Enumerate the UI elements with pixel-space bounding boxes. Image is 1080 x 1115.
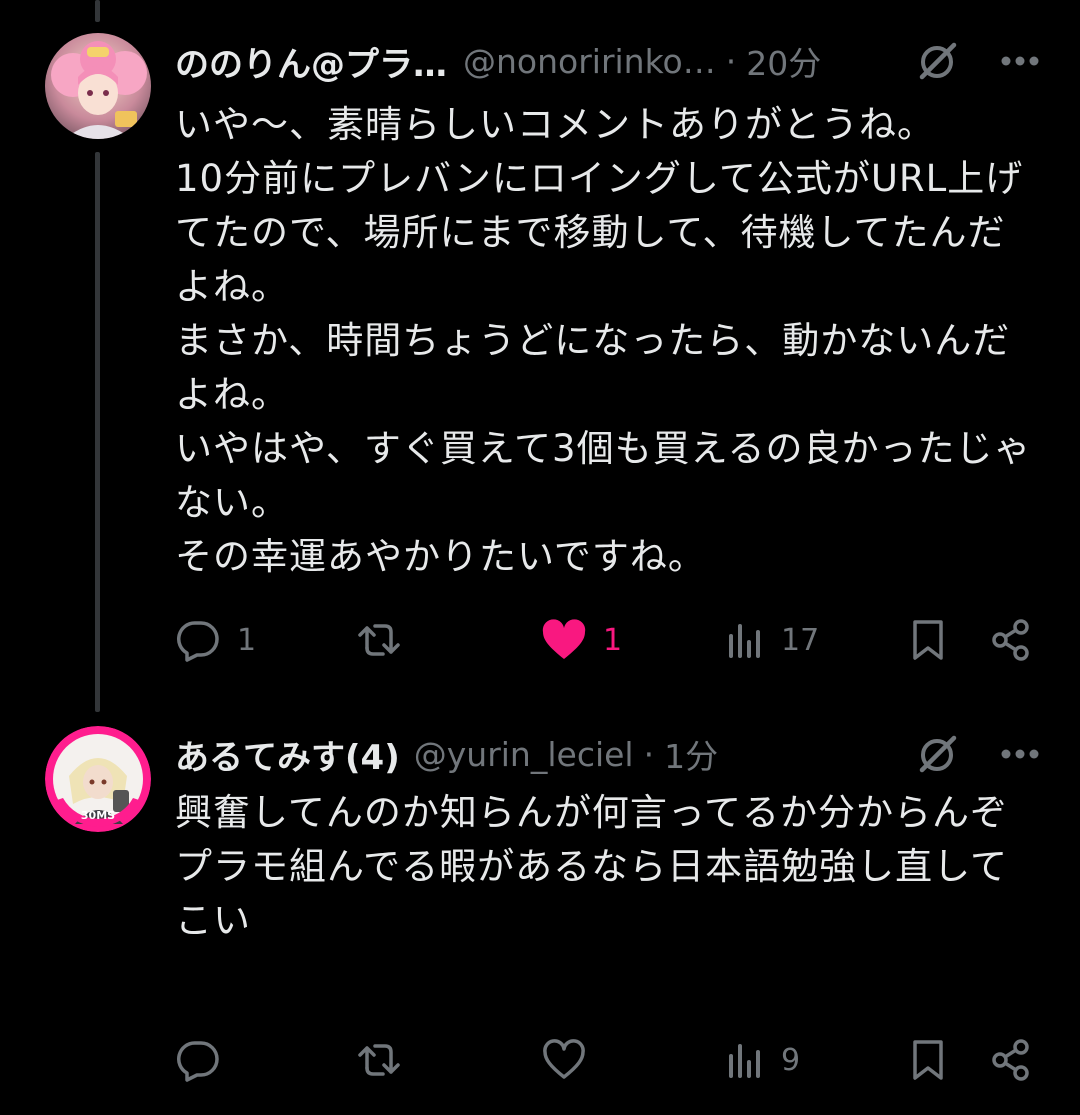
- share-button[interactable]: [990, 615, 1032, 665]
- retweet-button[interactable]: [355, 615, 419, 665]
- like-button[interactable]: 1: [541, 615, 622, 665]
- tweet-actions: 1 1 17: [175, 615, 1035, 665]
- like-button[interactable]: [541, 1035, 603, 1085]
- tweet-actions: 9: [175, 1035, 1035, 1085]
- avatar-badge: 30MS: [81, 809, 115, 822]
- heart-filled-icon: [541, 619, 587, 661]
- views-icon: [725, 1040, 765, 1080]
- separator-dot: ·: [725, 41, 737, 81]
- retweet-icon: [355, 618, 403, 662]
- reply-count: 1: [237, 622, 257, 658]
- views-button[interactable]: 9: [725, 1035, 800, 1085]
- view-count: 17: [781, 622, 820, 658]
- reply-icon: [175, 618, 221, 662]
- more-options-icon[interactable]: [1000, 55, 1040, 67]
- tweet-header: あるてみす(4) @yurin_leciel · 1分: [175, 726, 1040, 782]
- tweet-text: 興奮してんのか知らんが何言ってるか分からんぞ プラモ組んでる暇があるなら日本語勉…: [175, 791, 1009, 942]
- reply-button[interactable]: 1: [175, 615, 256, 665]
- avatar[interactable]: 30MS: [45, 726, 151, 832]
- tweet-header: ののりん@プラ… @nonoririnko… · 20分: [175, 33, 1040, 89]
- bookmark-button[interactable]: [910, 1035, 946, 1085]
- bookmark-icon: [910, 1038, 946, 1082]
- bookmark-icon: [910, 618, 946, 662]
- display-name[interactable]: ののりん@プラ…: [175, 37, 447, 86]
- separator-dot: ·: [643, 734, 655, 774]
- user-handle[interactable]: @nonoririnko…: [463, 42, 716, 81]
- retweet-icon: [355, 1038, 403, 1082]
- share-button[interactable]: [990, 1035, 1032, 1085]
- tweet[interactable]: 30MS あるてみす(4) @yurin_leciel · 1分 興奮してんのか…: [0, 700, 1080, 1115]
- heart-outline-icon: [541, 1039, 587, 1081]
- grok-icon[interactable]: [916, 732, 960, 776]
- avatar[interactable]: [45, 33, 151, 139]
- retweet-button[interactable]: [355, 1035, 419, 1085]
- more-options-icon[interactable]: [1000, 748, 1040, 760]
- tweet[interactable]: ののりん@プラ… @nonoririnko… · 20分 いや〜、素晴らしいコメ…: [0, 0, 1080, 700]
- reply-button[interactable]: [175, 1035, 237, 1085]
- share-icon: [990, 1038, 1032, 1082]
- views-icon: [725, 620, 765, 660]
- views-button[interactable]: 17: [725, 615, 819, 665]
- reply-icon: [175, 1038, 221, 1082]
- like-count: 1: [603, 622, 623, 658]
- grok-icon[interactable]: [916, 39, 960, 83]
- header-icons: [916, 33, 1040, 89]
- timestamp[interactable]: 1分: [664, 730, 718, 778]
- timestamp[interactable]: 20分: [746, 37, 821, 85]
- tweet-text: いや〜、素晴らしいコメントありがとうね。 10分前にプレバンにロイングして公式が…: [175, 103, 1032, 578]
- bookmark-button[interactable]: [910, 615, 946, 665]
- view-count: 9: [781, 1042, 801, 1078]
- header-icons: [916, 726, 1040, 782]
- display-name[interactable]: あるてみす(4): [175, 730, 400, 779]
- user-handle[interactable]: @yurin_leciel: [414, 735, 634, 774]
- share-icon: [990, 618, 1032, 662]
